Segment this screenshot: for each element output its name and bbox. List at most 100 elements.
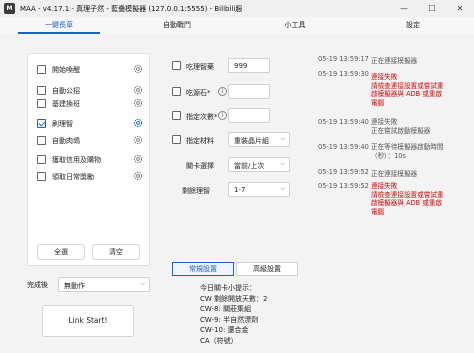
chevron-down-icon: ⌵ (280, 160, 285, 167)
gear-icon[interactable] (132, 63, 144, 75)
task-checkbox[interactable] (37, 136, 46, 145)
tab-general-settings[interactable]: 常規設置 (172, 262, 234, 276)
info-icon[interactable]: i (218, 111, 227, 120)
tab-label: 設定 (406, 21, 420, 29)
gear-icon[interactable] (132, 84, 144, 96)
link-start-button[interactable]: Link Start! (42, 305, 134, 337)
log-message: 正在等待模擬器啟動時間 （秒）：10s (371, 143, 444, 160)
tab-label: 小工具 (284, 21, 306, 29)
log-time: 05-19 13:59:40 (318, 143, 369, 151)
chevron-down-icon: ⌵ (280, 185, 285, 192)
input-value: 999 (234, 62, 248, 70)
log-text: 電腦 (371, 207, 385, 216)
select-value: 當前/上次 (234, 162, 265, 170)
option-label: 指定材料 (186, 137, 214, 145)
log-text: 正在等待模擬器啟動時間 (371, 143, 444, 151)
gear-icon[interactable] (132, 153, 144, 165)
log-text: （秒）：10s (371, 151, 406, 160)
stage-select-label: 關卡選擇 (186, 162, 214, 170)
task-checkbox[interactable] (37, 65, 46, 74)
select-value: 1-7 (234, 186, 246, 194)
tab-one-key[interactable]: 一鍵長草 (0, 17, 118, 34)
task-checkbox[interactable] (37, 99, 46, 108)
log-text: 啟模擬器與 ADB 或重啟 (371, 90, 443, 99)
select-value: 重裝晶片組 (234, 137, 269, 145)
info-icon[interactable]: i (218, 87, 227, 96)
log-text: 連接失敗 (371, 182, 398, 190)
originium-count-input[interactable] (228, 84, 270, 99)
use-sanity-potion-checkbox[interactable] (172, 61, 181, 70)
log-text: 請檢查連接設置或嘗試重 (371, 190, 444, 199)
tab-auto-battle[interactable]: 自動戰鬥 (118, 17, 236, 34)
tip-line: CW-9: 半自然漂劑 (200, 315, 259, 324)
task-checkbox[interactable] (37, 155, 46, 164)
task-label: 自動肉鴿 (52, 137, 80, 145)
minimize-button[interactable]: — (390, 0, 418, 17)
material-select[interactable]: 重裝晶片組 ⌵ (228, 132, 290, 147)
log-message: 連接失敗 請檢查連接設置或嘗試重 啟模擬器與 ADB 或重啟 電腦 (371, 73, 444, 107)
log-text: 正在嘗試啟動模擬器 (371, 126, 431, 135)
app-icon: M (4, 3, 15, 14)
tip-line: CW-10: 還合金 (200, 326, 249, 335)
stage-tips: 今日關卡小提示： CW 剩餘開放天數：2 CW-8: 關莊集組 CW-9: 半自… (200, 283, 268, 347)
main-tab-bar: 一鍵長草 自動戰鬥 小工具 設定 (0, 17, 474, 34)
task-label: 刷理智 (52, 120, 73, 128)
tip-line: CA（符號） (200, 336, 238, 345)
task-item[interactable]: 領取日常獎勵 (37, 170, 145, 186)
chevron-down-icon: ⌵ (140, 280, 145, 287)
task-label: 基建換班 (52, 100, 80, 108)
tab-label: 自動戰鬥 (163, 21, 191, 29)
tip-line: 今日關卡小提示： (200, 284, 256, 292)
tab-advanced-settings[interactable]: 高級設置 (236, 262, 298, 276)
log-time: 05-19 13:59:30 (318, 70, 369, 78)
gear-icon[interactable] (132, 170, 144, 182)
select-all-button[interactable]: 全選 (37, 244, 85, 260)
task-item[interactable]: 基建換班 (37, 97, 145, 113)
task-item[interactable]: 自動肉鴿 (37, 134, 145, 150)
window-title: MAA - v4.17.1 - 真理子然 - 藍疊模擬器 (127.0.0.1:… (20, 5, 243, 13)
task-checkbox[interactable] (37, 172, 46, 181)
task-item[interactable]: 獲取信用及購物 (37, 153, 145, 169)
use-originium-checkbox[interactable] (172, 87, 181, 96)
task-list-panel: 開始喚醒 自動公招 基建換班 刷理智 自動肉鴿 獲取信用及購物 領取日常獎勵 全… (27, 53, 150, 266)
tip-line: CW 剩餘開放天數：2 (200, 294, 268, 303)
times-count-input[interactable] (228, 108, 270, 123)
remaining-stage-select[interactable]: 1-7 ⌵ (228, 182, 290, 197)
select-value: 無動作 (64, 282, 85, 290)
task-label: 開始喚醒 (52, 66, 80, 74)
sanity-potion-count-input[interactable]: 999 (228, 58, 270, 73)
log-time: 05-19 13:59:17 (318, 55, 369, 63)
tip-line: CW-8: 關莊集組 (200, 305, 252, 314)
close-button[interactable]: ✕ (446, 0, 474, 17)
gear-icon[interactable] (132, 134, 144, 146)
task-item[interactable]: 刷理智 (37, 117, 145, 133)
active-tab-indicator (18, 32, 100, 34)
stage-select[interactable]: 當前/上次 ⌵ (228, 157, 290, 172)
task-label: 自動公招 (52, 87, 80, 95)
tab-settings[interactable]: 設定 (354, 17, 472, 34)
log-text: 電腦 (371, 98, 385, 107)
after-complete-label: 完成後 (27, 281, 48, 289)
option-label: 吃源石* (186, 89, 211, 97)
specify-times-checkbox[interactable] (172, 111, 181, 120)
option-label: 指定次數* (186, 113, 218, 121)
log-time: 05-19 13:59:40 (318, 118, 369, 126)
task-label: 領取日常獎勵 (52, 173, 94, 181)
log-message: 連接失敗 請檢查連接設置或嘗試重 啟模擬器與 ADB 或重啟 電腦 (371, 182, 444, 216)
option-label: 吃理智藥 (186, 63, 214, 71)
gear-icon[interactable] (132, 97, 144, 109)
title-bar: M MAA - v4.17.1 - 真理子然 - 藍疊模擬器 (127.0.0.… (0, 0, 474, 17)
specify-material-checkbox[interactable] (172, 135, 181, 144)
clear-button[interactable]: 清空 (92, 244, 140, 260)
remaining-sanity-label: 剩餘理智 (182, 187, 210, 195)
tab-tools[interactable]: 小工具 (236, 17, 354, 34)
task-checkbox[interactable] (37, 86, 46, 95)
after-complete-select[interactable]: 無動作 ⌵ (58, 277, 150, 292)
log-message: 正在連接模擬器 (371, 57, 418, 65)
gear-icon[interactable] (132, 117, 144, 129)
log-time: 05-19 13:59:52 (318, 182, 369, 190)
task-label: 獲取信用及購物 (52, 156, 101, 164)
maximize-button[interactable]: ☐ (418, 0, 446, 17)
task-checkbox[interactable] (37, 119, 46, 128)
task-item[interactable]: 開始喚醒 (37, 63, 145, 79)
